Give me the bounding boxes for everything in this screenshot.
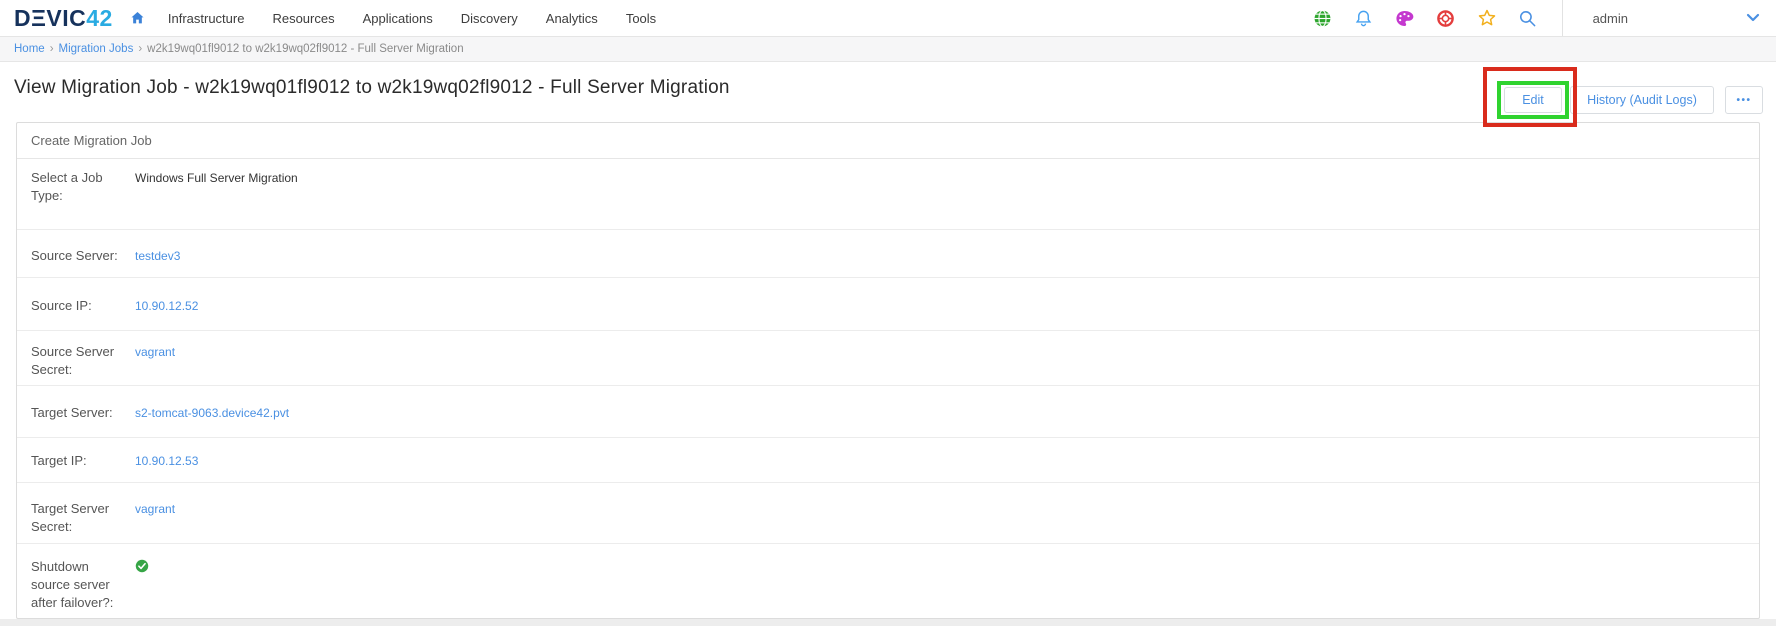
source-ip-link[interactable]: 10.90.12.52 [135, 297, 198, 314]
field-label: Target Server: [31, 404, 121, 422]
row-job-type: Select a Job Type: Windows Full Server M… [17, 159, 1759, 230]
row-source-ip: Source IP: 10.90.12.52 [17, 278, 1759, 331]
logo-text-accent: 42 [86, 5, 113, 31]
device42-logo[interactable]: DΞVIC42 [14, 5, 113, 32]
chevron-down-icon[interactable] [1746, 13, 1760, 23]
help-ring-icon[interactable] [1436, 8, 1456, 28]
nav-item-applications[interactable]: Applications [363, 11, 433, 26]
page-title: View Migration Job - w2k19wq01fl9012 to … [14, 77, 730, 99]
target-server-link[interactable]: s2-tomcat-9063.device42.pvt [135, 404, 289, 421]
breadcrumb-migration-jobs-link[interactable]: Migration Jobs [59, 43, 134, 55]
field-label: Target IP: [31, 452, 121, 470]
target-secret-link[interactable]: vagrant [135, 500, 175, 517]
target-ip-link[interactable]: 10.90.12.53 [135, 452, 198, 469]
page: DΞVIC42 Infrastructure Resources Applica… [0, 0, 1776, 626]
source-server-link[interactable]: testdev3 [135, 247, 180, 264]
field-value: Windows Full Server Migration [135, 169, 298, 186]
search-icon[interactable] [1518, 8, 1538, 28]
row-target-server: Target Server: s2-tomcat-9063.device42.p… [17, 386, 1759, 438]
home-icon[interactable] [129, 10, 146, 26]
top-navigation-bar: DΞVIC42 Infrastructure Resources Applica… [0, 0, 1776, 37]
logo-text-dark: DΞVIC [14, 5, 86, 31]
globe-icon[interactable] [1313, 8, 1333, 28]
nav-item-infrastructure[interactable]: Infrastructure [168, 11, 245, 26]
field-label: Target Server Secret: [31, 500, 121, 536]
nav-item-resources[interactable]: Resources [272, 11, 334, 26]
field-label: Source Server: [31, 247, 121, 265]
panel-title: Create Migration Job [17, 123, 1759, 159]
top-right-controls: admin [1292, 0, 1760, 36]
source-secret-link[interactable]: vagrant [135, 343, 175, 360]
star-icon[interactable] [1477, 8, 1497, 28]
migration-job-panel: Create Migration Job Select a Job Type: … [16, 122, 1760, 619]
page-bottom-strip [0, 619, 1776, 626]
breadcrumb-separator: › [138, 43, 142, 55]
success-check-icon [135, 558, 149, 578]
field-label: Source IP: [31, 297, 121, 315]
row-source-server: Source Server: testdev3 [17, 230, 1759, 278]
nav-item-analytics[interactable]: Analytics [546, 11, 598, 26]
field-label: Source Server Secret: [31, 343, 121, 379]
palette-icon[interactable] [1395, 8, 1415, 28]
more-actions-button[interactable]: ••• [1725, 86, 1763, 114]
user-menu[interactable]: admin [1593, 11, 1628, 26]
row-target-secret: Target Server Secret: vagrant [17, 483, 1759, 544]
row-shutdown-after-failover: Shutdown source server after failover?: [17, 544, 1759, 618]
breadcrumb: Home › Migration Jobs › w2k19wq01fl9012 … [0, 37, 1776, 62]
field-label: Shutdown source server after failover?: [31, 558, 121, 612]
row-target-ip: Target IP: 10.90.12.53 [17, 438, 1759, 483]
nav-item-discovery[interactable]: Discovery [461, 11, 518, 26]
edit-button[interactable]: Edit [1504, 87, 1562, 113]
bell-icon[interactable] [1354, 8, 1374, 28]
main-menu: Infrastructure Resources Applications Di… [168, 11, 684, 26]
row-source-secret: Source Server Secret: vagrant [17, 331, 1759, 386]
nav-item-tools[interactable]: Tools [626, 11, 656, 26]
breadcrumb-current: w2k19wq01fl9012 to w2k19wq02fl9012 - Ful… [147, 43, 463, 55]
breadcrumb-separator: › [50, 43, 54, 55]
nav-divider [1562, 0, 1563, 36]
history-audit-logs-button[interactable]: History (Audit Logs) [1570, 86, 1714, 114]
field-label: Select a Job Type: [31, 169, 121, 205]
breadcrumb-home-link[interactable]: Home [14, 43, 45, 55]
